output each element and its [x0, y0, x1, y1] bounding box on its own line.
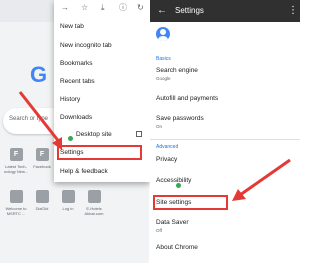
shortcut-tile[interactable]: F Latest Tech- nology New...: [4, 148, 28, 174]
menu-item-desktop-site[interactable]: Desktop site: [76, 131, 112, 139]
setting-search-engine[interactable]: Search engine: [156, 67, 198, 75]
tap-indicator-dot: [176, 183, 181, 188]
desktop-site-checkbox[interactable]: [136, 131, 142, 137]
tile-icon: [87, 190, 101, 203]
shortcut-tile[interactable]: DiziDid: [30, 190, 54, 211]
section-header-basics: Basics: [156, 56, 171, 62]
menu-item-history[interactable]: History: [60, 96, 80, 104]
shortcut-tile[interactable]: Welcome to MSRTC ...: [4, 190, 28, 216]
back-arrow-icon[interactable]: ←: [157, 5, 167, 17]
settings-app-bar: ← Settings ⋮: [150, 0, 300, 22]
refresh-icon[interactable]: ↻: [137, 3, 144, 13]
tile-label: Log in: [62, 206, 74, 211]
menu-item-new-tab[interactable]: New tab: [60, 23, 84, 31]
setting-privacy[interactable]: Privacy: [156, 156, 177, 164]
menu-item-downloads[interactable]: Downloads: [60, 114, 92, 122]
divider: [150, 139, 300, 140]
info-icon[interactable]: ⓘ: [119, 3, 127, 13]
chrome-settings-screen: ← Settings ⋮ Basics Search engine Google…: [150, 0, 300, 263]
setting-accessibility[interactable]: Accessibility: [156, 177, 191, 185]
tap-indicator-dot: [68, 136, 73, 141]
google-logo: G: [30, 62, 48, 87]
setting-autofill[interactable]: Autofill and payments: [156, 95, 218, 103]
account-avatar-icon[interactable]: [156, 27, 170, 41]
tile-icon: F: [35, 148, 49, 161]
menu-toolbar: → ☆ ⤓ ⓘ ↻: [54, 0, 150, 18]
tile-icon: [9, 190, 23, 203]
setting-data-saver-value: Off: [156, 228, 162, 233]
star-icon[interactable]: ☆: [81, 3, 88, 13]
search-placeholder: Search or type: [9, 116, 49, 122]
tile-label: Latest Tech- nology New...: [4, 164, 29, 174]
settings-highlight-box: [57, 145, 142, 160]
shortcut-tile[interactable]: E-Hotels Akbar.com: [82, 190, 106, 216]
menu-item-recent-tabs[interactable]: Recent tabs: [60, 78, 95, 86]
page-title: Settings: [175, 6, 204, 15]
tile-label: Welcome to MSRTC ...: [5, 206, 27, 216]
tile-icon: F: [9, 148, 23, 161]
shortcut-tile[interactable]: F Facebook: [30, 148, 54, 169]
setting-save-passwords-value: On: [156, 124, 163, 129]
menu-item-help-feedback[interactable]: Help & feedback: [60, 168, 108, 176]
setting-about-chrome[interactable]: About Chrome: [156, 244, 198, 252]
tile-label: DiziDid: [35, 206, 49, 211]
setting-data-saver[interactable]: Data Saver: [156, 219, 189, 227]
download-icon[interactable]: ⤓: [101, 3, 105, 13]
setting-save-passwords[interactable]: Save passwords: [156, 115, 204, 123]
setting-search-engine-value: Google: [156, 76, 171, 81]
menu-item-bookmarks[interactable]: Bookmarks: [60, 60, 93, 68]
site-settings-highlight-box: [153, 195, 228, 210]
more-vert-icon[interactable]: ⋮: [288, 5, 298, 17]
section-header-advanced: Advanced: [156, 144, 179, 150]
shortcut-tile[interactable]: Log in: [56, 190, 80, 211]
tile-icon: [35, 190, 49, 203]
forward-icon[interactable]: →: [61, 3, 69, 13]
tile-icon: [61, 190, 75, 203]
tile-label: E-Hotels Akbar.com: [84, 206, 104, 216]
tile-label: Facebook: [33, 164, 51, 169]
menu-item-new-incognito-tab[interactable]: New incognito tab: [60, 42, 112, 50]
